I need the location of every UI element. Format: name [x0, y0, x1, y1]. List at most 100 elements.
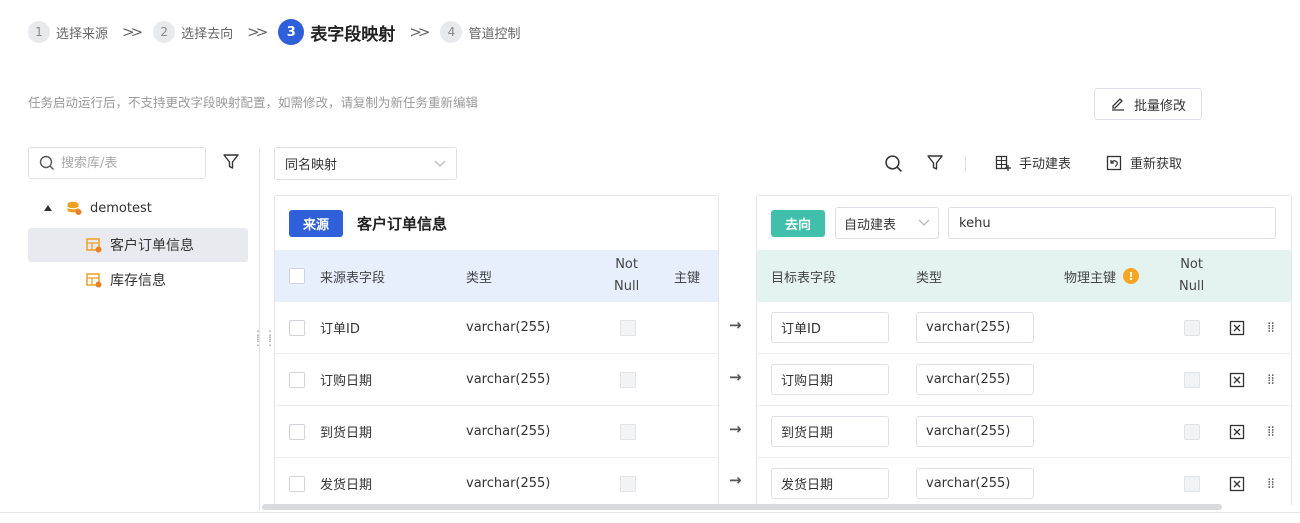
horizontal-scrollbar[interactable]: [262, 504, 1222, 510]
step-field-mapping[interactable]: 3 表字段映射: [278, 19, 395, 45]
not-null-checkbox: [1184, 371, 1200, 388]
create-mode-value: 自动建表: [844, 217, 897, 233]
drag-handle-icon[interactable]: ⁞⁞: [1267, 458, 1275, 505]
not-null-checkbox: [620, 475, 636, 492]
table-row: 到货日期 varchar(255) ⁞⁞: [757, 406, 1291, 458]
target-type-input[interactable]: varchar(255): [916, 364, 1034, 395]
source-field-type: varchar(255): [466, 372, 551, 387]
row-checkbox[interactable]: [289, 371, 305, 388]
target-field-input[interactable]: 到货日期: [771, 416, 889, 447]
tree-item-label: 客户订单信息: [110, 238, 194, 254]
column-header: Not: [1180, 257, 1203, 272]
column-header: 主键: [674, 270, 701, 286]
delete-row-icon[interactable]: [1229, 458, 1245, 505]
delete-row-icon[interactable]: [1229, 302, 1245, 353]
tree-search-box[interactable]: [28, 147, 206, 179]
target-panel-header: 去向 自动建表: [757, 196, 1291, 250]
refresh-icon: [1106, 155, 1122, 170]
step-label: 管道控制: [468, 26, 521, 42]
target-type-input[interactable]: varchar(255): [916, 416, 1034, 447]
drag-handle-icon[interactable]: ⁞⁞: [1267, 354, 1275, 405]
column-header: 来源表字段: [320, 270, 386, 286]
table-icon: [86, 273, 102, 288]
target-type-input[interactable]: varchar(255): [916, 468, 1034, 499]
divider: [0, 512, 1300, 513]
source-panel-header: 来源 客户订单信息: [275, 196, 718, 250]
row-checkbox[interactable]: [289, 423, 305, 440]
filter-icon[interactable]: [926, 154, 944, 176]
column-header: 目标表字段: [771, 270, 837, 286]
column-header: 类型: [916, 270, 943, 286]
target-table-header: 目标表字段 类型 物理主键 ! Not Null: [757, 250, 1291, 302]
refetch-label: 重新获取: [1130, 157, 1183, 172]
source-table-name: 客户订单信息: [357, 214, 448, 233]
source-field-type: varchar(255): [466, 476, 551, 491]
column-header-not-null: Not Null: [614, 250, 639, 302]
not-null-checkbox: [1184, 423, 1200, 440]
row-checkbox[interactable]: [289, 319, 305, 336]
column-header: 物理主键: [1064, 270, 1117, 286]
tree-node-database[interactable]: demotest: [44, 200, 152, 216]
source-field-name: 到货日期: [320, 426, 373, 441]
tree-item-customer-orders[interactable]: 客户订单信息: [28, 228, 248, 262]
source-field-type: varchar(255): [466, 320, 551, 335]
not-null-checkbox: [620, 319, 636, 336]
step-indicator: 1 选择来源 >> 2 选择去向 >> 3 表字段映射 >> 4 管道控制: [28, 19, 520, 45]
divider: [965, 157, 966, 171]
step-number: 2: [153, 21, 176, 43]
divider: [259, 148, 260, 510]
column-header: 类型: [466, 270, 493, 286]
step-number: 4: [440, 21, 463, 43]
not-null-checkbox: [1184, 319, 1200, 336]
mapping-mode-select[interactable]: 同名映射: [274, 147, 457, 180]
source-field-name: 发货日期: [320, 478, 373, 493]
not-null-checkbox: [620, 423, 636, 440]
batch-edit-button[interactable]: 批量修改: [1094, 88, 1202, 120]
step-label: 表字段映射: [310, 24, 396, 45]
delete-row-icon[interactable]: [1229, 406, 1245, 457]
source-field-type: varchar(255): [466, 424, 551, 439]
manual-create-table-button[interactable]: 手动建表: [995, 153, 1071, 172]
step-pipeline-control[interactable]: 4 管道控制: [440, 21, 520, 43]
target-field-input[interactable]: 订购日期: [771, 364, 889, 395]
row-checkbox[interactable]: [289, 475, 305, 492]
select-all-checkbox[interactable]: [289, 268, 305, 284]
drag-handle-icon[interactable]: ⁞⁞: [1267, 406, 1275, 457]
table-row: 发货日期 varchar(255) ⁞⁞: [757, 458, 1291, 505]
source-panel: 来源 客户订单信息 来源表字段 类型 Not Null 主键 订单ID varc…: [274, 195, 719, 505]
tree-item-label: 库存信息: [110, 273, 166, 289]
target-panel: 去向 自动建表 目标表字段 类型 物理主键 ! Not Null 订单ID va…: [756, 195, 1292, 505]
target-type-input[interactable]: varchar(255): [916, 312, 1034, 343]
filter-icon[interactable]: [222, 153, 240, 175]
step-select-source[interactable]: 1 选择来源: [28, 21, 108, 43]
resize-handle[interactable]: ⋮⋮ ⋮⋮: [252, 329, 276, 347]
step-select-target[interactable]: 2 选择去向: [153, 21, 233, 43]
column-header-pk: 物理主键 !: [1064, 250, 1140, 302]
target-table-input[interactable]: [948, 207, 1277, 239]
tree-item-inventory[interactable]: 库存信息: [28, 263, 248, 297]
arrow-right-icon: →: [729, 316, 742, 334]
caret-up-icon[interactable]: [44, 205, 52, 211]
search-icon: [39, 155, 54, 170]
not-null-checkbox: [1184, 475, 1200, 492]
column-header: Not: [615, 257, 638, 272]
arrow-right-icon: →: [729, 471, 742, 489]
tree-search-input[interactable]: [61, 155, 191, 171]
column-header-not-null: Not Null: [1179, 250, 1204, 302]
drag-handle-icon[interactable]: ⁞⁞: [1267, 302, 1275, 353]
source-tag: 来源: [289, 209, 344, 237]
target-field-input[interactable]: 发货日期: [771, 468, 889, 499]
step-number: 3: [278, 19, 305, 45]
warning-icon[interactable]: !: [1123, 268, 1140, 284]
step-label: 选择去向: [181, 26, 234, 42]
source-field-name: 订单ID: [320, 322, 360, 337]
search-icon[interactable]: [884, 154, 903, 177]
arrow-right-icon: →: [729, 420, 742, 438]
refetch-button[interactable]: 重新获取: [1106, 153, 1182, 172]
delete-row-icon[interactable]: [1229, 354, 1245, 405]
table-row: 订购日期 varchar(255): [275, 354, 718, 406]
create-mode-select[interactable]: 自动建表: [835, 207, 940, 239]
chevron-double-right-icon: >>: [122, 23, 143, 41]
source-table-header: 来源表字段 类型 Not Null 主键: [275, 250, 718, 302]
target-field-input[interactable]: 订单ID: [771, 312, 889, 343]
